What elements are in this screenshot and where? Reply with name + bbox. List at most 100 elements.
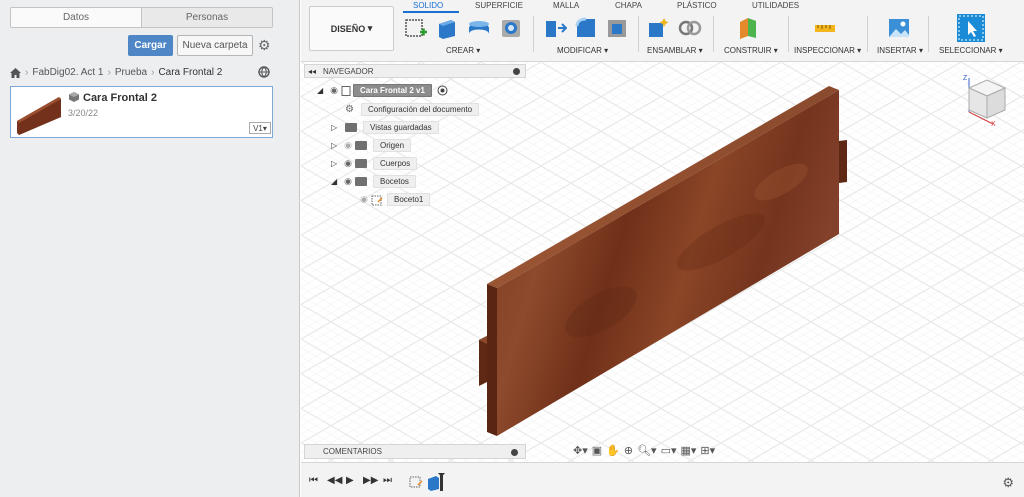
tree-item-label: Boceto1 <box>387 193 431 206</box>
eye-off-icon[interactable]: ◉ <box>341 140 355 151</box>
eye-off-icon[interactable]: ◉ <box>357 194 371 205</box>
chevron-down-icon: ▾ <box>262 123 267 133</box>
upload-button[interactable]: Cargar <box>128 35 173 56</box>
radio-target-icon[interactable] <box>437 85 448 96</box>
joint-icon[interactable] <box>678 16 702 40</box>
timeline-sketch-icon[interactable] <box>409 475 423 489</box>
separator <box>788 16 789 52</box>
tab-datos[interactable]: Datos <box>11 8 142 27</box>
tab-malla[interactable]: MALLA <box>553 1 579 10</box>
insert-image-icon[interactable] <box>887 16 911 40</box>
group-inspeccionar[interactable]: INSPECCIONAR ▾ <box>794 46 861 55</box>
offset-plane-icon[interactable] <box>736 16 760 40</box>
globe-icon[interactable] <box>258 66 270 81</box>
gear-icon[interactable]: ⚙ <box>258 38 272 52</box>
breadcrumb-project[interactable]: FabDig02. Act 1 <box>32 67 103 78</box>
eye-icon[interactable]: ◉ <box>341 176 355 187</box>
grid-settings-icon[interactable]: ▦▾ <box>681 444 697 457</box>
select-icon[interactable] <box>957 14 985 42</box>
canvas-viewport[interactable]: ◂◂ NAVEGADOR ◢ ◉ Cara Frontal 2 v1 ⚙ Con… <box>301 62 1024 462</box>
group-crear[interactable]: CREAR ▾ <box>446 46 480 55</box>
group-seleccionar[interactable]: SELECCIONAR ▾ <box>939 46 1003 55</box>
workspace-label: DISEÑO <box>330 23 366 34</box>
timeline: ⏮ ◀◀ ▶ ▶▶ ⏭ ⚙ <box>301 462 1024 497</box>
triangle-down-icon[interactable]: ◢ <box>331 177 341 186</box>
workspace-switcher[interactable]: DISEÑO ▾ <box>309 6 394 51</box>
browser-panel-header[interactable]: ◂◂ NAVEGADOR <box>304 64 526 78</box>
zoom-window-icon[interactable]: ⊕ <box>624 444 633 457</box>
double-chevron-left-icon[interactable]: ◂◂ <box>305 67 319 76</box>
pan-hand-icon[interactable]: ✋ <box>606 444 620 457</box>
viewcube[interactable]: Z X <box>961 72 1011 127</box>
panel-toggle-icon[interactable] <box>513 68 520 75</box>
home-icon[interactable] <box>10 67 21 78</box>
sketch-icon <box>371 195 383 205</box>
tab-personas[interactable]: Personas <box>142 8 272 27</box>
tree-item-origin[interactable]: ▷ ◉ Origen <box>331 138 412 153</box>
tree-item-sketches[interactable]: ◢ ◉ Bocetos <box>331 174 416 189</box>
breadcrumb-current: Cara Frontal 2 <box>158 67 223 78</box>
step-back-icon[interactable]: ◀◀ <box>327 475 342 486</box>
tab-utilidades[interactable]: UTILIDADES <box>752 1 799 10</box>
timeline-extrude-icon[interactable] <box>427 473 447 491</box>
folder-icon <box>355 141 367 150</box>
revolve-icon[interactable] <box>467 16 491 40</box>
triangle-right-icon[interactable]: ▷ <box>331 141 341 150</box>
tab-superficie[interactable]: SUPERFICIE <box>475 1 523 10</box>
file-thumbnail <box>17 97 61 135</box>
tab-plastico[interactable]: PLÁSTICO <box>677 1 717 10</box>
group-construir[interactable]: CONSTRUIR ▾ <box>724 46 778 55</box>
tree-item-label: Configuración del documento <box>361 103 480 116</box>
comments-panel[interactable]: COMENTARIOS <box>304 444 526 459</box>
gear-icon: ⚙ <box>345 104 354 115</box>
group-modificar[interactable]: MODIFICAR ▾ <box>557 46 608 55</box>
create-sketch-icon[interactable] <box>404 16 428 40</box>
tab-solido[interactable]: SOLIDO <box>413 1 443 10</box>
new-folder-button[interactable]: Nueva carpeta <box>177 35 253 56</box>
go-to-start-icon[interactable]: ⏮ <box>309 475 318 486</box>
fillet-icon[interactable] <box>574 16 598 40</box>
tree-root[interactable]: ◢ ◉ Cara Frontal 2 v1 <box>317 83 448 98</box>
sweep-icon[interactable] <box>499 16 523 40</box>
tree-item-config[interactable]: ⚙ Configuración del documento <box>331 102 480 117</box>
separator <box>638 16 639 52</box>
tab-chapa[interactable]: CHAPA <box>615 1 642 10</box>
tree-item-bodies[interactable]: ▷ ◉ Cuerpos <box>331 156 418 171</box>
panel-toggle-icon[interactable] <box>511 449 518 456</box>
press-pull-icon[interactable] <box>543 16 567 40</box>
go-to-end-icon[interactable]: ⏭ <box>383 475 392 486</box>
axis-x-label: X <box>991 121 996 127</box>
timeline-settings-gear-icon[interactable]: ⚙ <box>1002 475 1014 491</box>
file-card[interactable]: Cara Frontal 2 3/20/22 V1 ▾ <box>10 86 273 138</box>
triangle-right-icon[interactable]: ▷ <box>331 123 341 132</box>
new-component-icon[interactable] <box>646 16 670 40</box>
group-ensamblar[interactable]: ENSAMBLAR ▾ <box>647 46 703 55</box>
extrude-icon[interactable] <box>435 16 459 40</box>
document-icon <box>341 85 351 96</box>
tree-item-sketch1[interactable]: ◉ Boceto1 <box>357 192 431 207</box>
tree-item-label: Origen <box>373 139 412 152</box>
display-settings-icon[interactable]: ▭▾ <box>661 444 677 457</box>
play-icon[interactable]: ▶ <box>346 475 354 486</box>
camera-icon[interactable]: ▣ <box>592 444 602 457</box>
triangle-right-icon[interactable]: ▷ <box>331 159 341 168</box>
separator <box>867 16 868 52</box>
shell-icon[interactable] <box>605 16 629 40</box>
tree-item-saved-views[interactable]: ▷ Vistas guardadas <box>331 120 439 135</box>
chevron-right-icon: › <box>107 67 111 78</box>
separator <box>533 16 534 52</box>
orbit-icon[interactable]: ✥▾ <box>573 444 588 457</box>
breadcrumb-folder[interactable]: Prueba <box>115 67 147 78</box>
tree-item-label: Bocetos <box>373 175 416 188</box>
active-tab-indicator <box>403 11 459 13</box>
measure-icon[interactable] <box>813 16 837 40</box>
triangle-down-icon[interactable]: ◢ <box>317 86 327 95</box>
step-forward-icon[interactable]: ▶▶ <box>363 475 378 486</box>
zoom-icon[interactable]: 🔍︎▾ <box>637 444 657 457</box>
version-selector[interactable]: V1 ▾ <box>249 122 271 134</box>
viewports-icon[interactable]: ⊞▾ <box>700 444 715 457</box>
eye-icon[interactable]: ◉ <box>341 158 355 169</box>
data-panel: Datos Personas Cargar Nueva carpeta ⚙ › … <box>0 0 300 497</box>
eye-icon[interactable]: ◉ <box>327 85 341 96</box>
group-insertar[interactable]: INSERTAR ▾ <box>877 46 923 55</box>
